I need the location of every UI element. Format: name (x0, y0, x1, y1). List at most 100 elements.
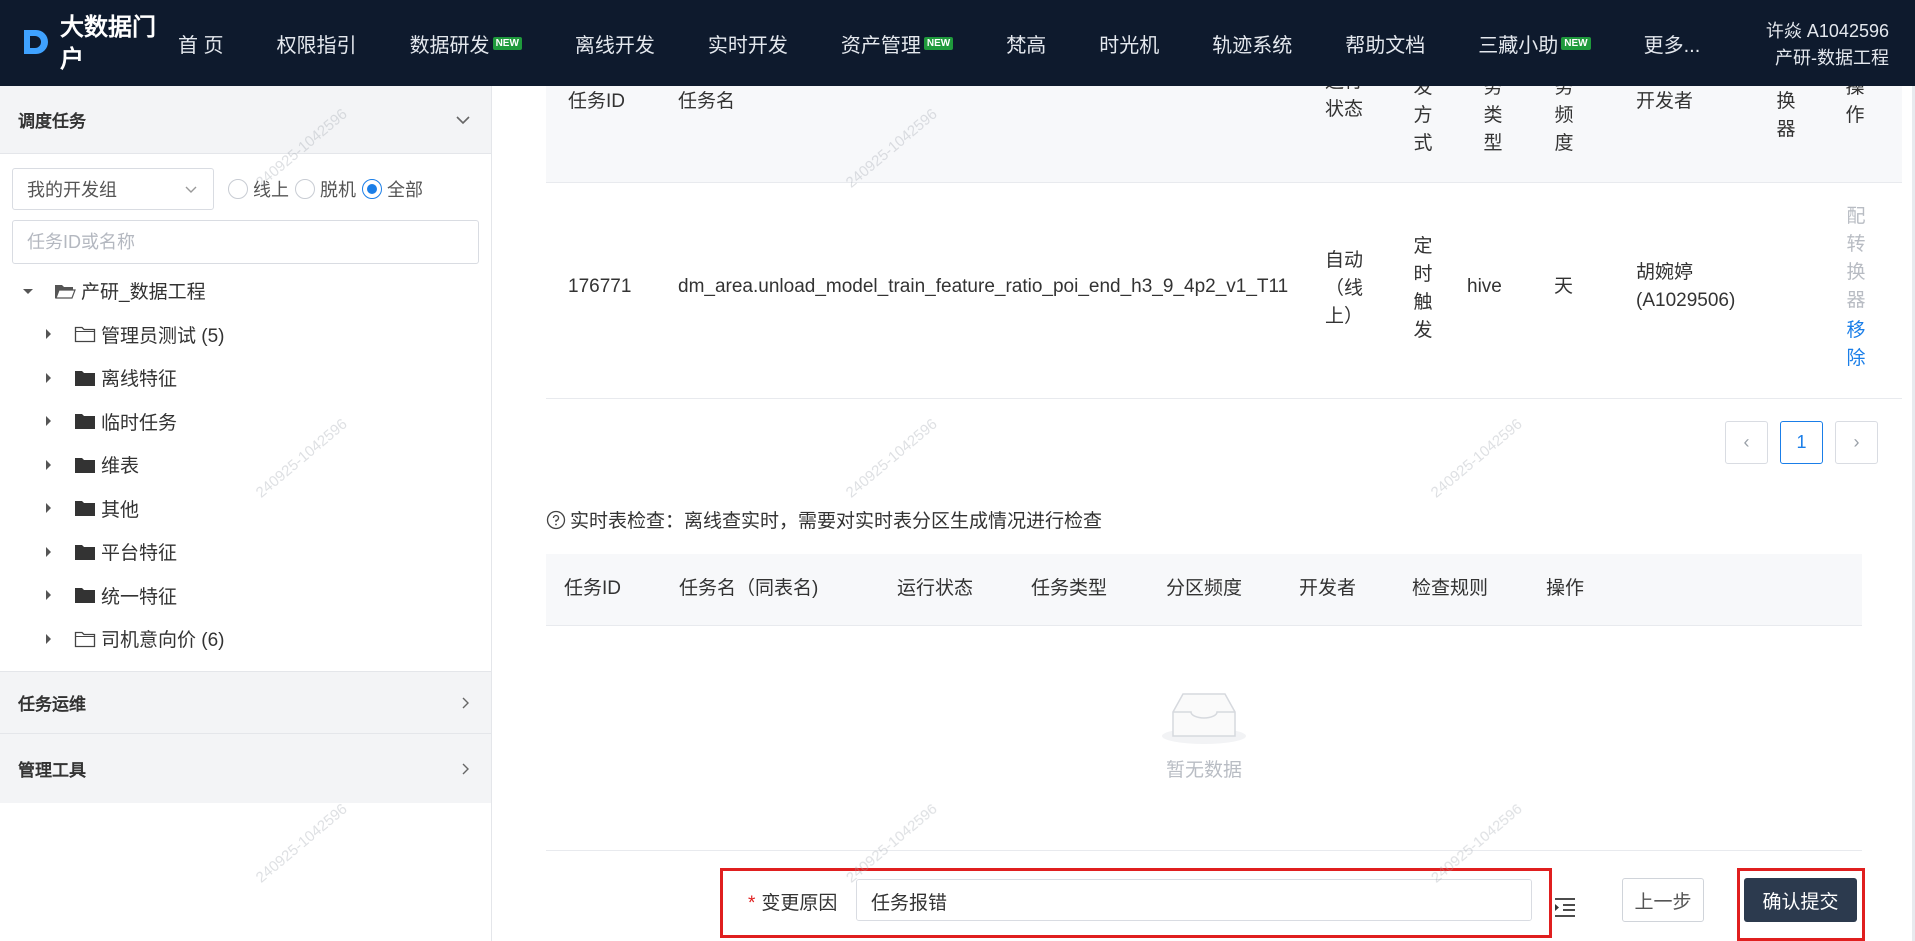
folder-icon (75, 588, 95, 604)
user-info[interactable]: 许焱 A1042596 产研-数据工程 (1766, 18, 1889, 72)
section-task-ops[interactable]: 任务运维 (0, 671, 491, 733)
task-table-header: 任务ID 任务名 运行状态 触发方式 任务类型 任务频度 开发者 转换器 操作 (546, 86, 1902, 183)
col-header-id: 任务ID (568, 91, 626, 112)
tree-node[interactable]: 维表 (0, 443, 491, 487)
realtime-check-table: 任务ID 任务名（同表名) 运行状态 任务类型 分区频度 开发者 检查规则 操作 暂无数据 (546, 554, 1862, 851)
cell-task-name: dm_area.unload_model_train_feature_ratio… (678, 276, 1289, 297)
col-header: 运行状态 (897, 578, 974, 599)
nav-item-label: 帮助文档 (1345, 34, 1426, 57)
tree-node-label: 平台特征 (101, 543, 178, 565)
realtime-table-header: 任务ID 任务名（同表名) 运行状态 任务类型 分区频度 开发者 检查规则 操作 (546, 554, 1862, 626)
radio-circle (228, 179, 248, 199)
cell-type: hive (1467, 276, 1502, 297)
tree-node-label: 离线特征 (101, 369, 178, 391)
cell-trigger: 定时触发 (1413, 236, 1433, 341)
tree-node[interactable]: 管理员测试 (5) (0, 313, 491, 357)
radio-label: 全部 (387, 180, 423, 200)
col-header: 任务ID (564, 578, 622, 599)
folder-icon (75, 414, 95, 430)
nav-item-label: 时光机 (1099, 34, 1160, 57)
folder-icon (75, 544, 95, 560)
col-header-freq: 任务频度 (1554, 86, 1574, 154)
tree-node[interactable]: 临时任务 (0, 400, 491, 444)
tree-node-label: 维表 (101, 456, 140, 478)
help-circle-icon (546, 510, 566, 529)
nav-item-8[interactable]: 轨迹系统 (1212, 29, 1292, 58)
group-select[interactable]: 我的开发组 (12, 168, 214, 210)
prev-page-button[interactable]: ‹ (1725, 421, 1768, 464)
nav-item-0[interactable]: 首 页 (178, 29, 224, 58)
col-header: 开发者 (1299, 578, 1357, 599)
nav-item-3[interactable]: 离线开发 (575, 29, 655, 58)
radio-online[interactable]: 线上 (228, 176, 289, 202)
radio-circle-checked (362, 179, 382, 199)
task-search-input[interactable] (27, 231, 478, 253)
empty-inbox-icon (1162, 693, 1246, 744)
nav-item-1[interactable]: 权限指引 (277, 29, 357, 58)
user-dept: 产研-数据工程 (1775, 48, 1889, 68)
filter-row: 我的开发组 线上 脱机 全部 (0, 168, 491, 210)
table-row: 176771 dm_area.unload_model_train_featur… (546, 183, 1902, 399)
group-select-value: 我的开发组 (27, 180, 117, 200)
nav-item-4[interactable]: 实时开发 (708, 29, 788, 58)
col-header: 任务类型 (1031, 578, 1108, 599)
tree-node-label: 管理员测试 (5) (101, 325, 225, 347)
col-header-converter: 转换器 (1776, 91, 1796, 140)
tree-node[interactable]: 平台特征 (0, 530, 491, 574)
nav-item-label: 梵高 (1006, 34, 1047, 57)
prev-step-button[interactable]: 上一步 (1622, 878, 1704, 922)
tree-node[interactable]: 司机意向价 (6) (0, 617, 491, 661)
folder-outline-icon (74, 631, 96, 647)
sidebar: 调度任务 我的开发组 线上 脱机 全部 产研_数据工程 管理员测试 (5) 离线特… (0, 86, 492, 941)
realtime-check-title: 实时表检查：离线查实时，需要对实时表分区生成情况进行检查 (546, 506, 1102, 533)
nav-item-7[interactable]: 时光机 (1099, 29, 1159, 58)
col-header: 任务名（同表名) (679, 578, 819, 599)
radio-offline[interactable]: 脱机 (295, 176, 356, 202)
nav-item-10[interactable]: 三藏小助 NEW (1478, 29, 1591, 58)
next-page-button[interactable]: › (1835, 421, 1878, 464)
task-table: 任务ID 任务名 运行状态 触发方式 任务类型 任务频度 开发者 转换器 操作 … (546, 86, 1902, 399)
change-reason-input[interactable]: 任务报错 (856, 879, 1532, 921)
tree-node[interactable]: 其他 (0, 487, 491, 531)
remove-link[interactable]: 移除 (1845, 317, 1867, 373)
empty-state: 暂无数据 (546, 686, 1862, 782)
new-badge: NEW (492, 36, 522, 50)
confirm-submit-button[interactable]: 确认提交 (1744, 878, 1857, 922)
nav-item-label: 三藏小助 (1478, 34, 1559, 57)
tree-node-root[interactable]: 产研_数据工程 (0, 269, 491, 313)
tree-node[interactable]: 统一特征 (0, 574, 491, 618)
chevron-down-icon (456, 115, 470, 124)
main-menu: 首 页权限指引 数据研发 NEW 离线开发 实时开发 资产管理 NEW 梵高 时光机 轨迹系统 帮助… (178, 0, 1753, 86)
config-converter-link[interactable]: 配转换器 (1845, 203, 1867, 315)
tree-node-label: 统一特征 (101, 586, 178, 608)
format-indent-icon[interactable] (1553, 896, 1577, 918)
radio-all[interactable]: 全部 (362, 176, 423, 202)
realtime-check-text: 实时表检查：离线查实时，需要对实时表分区生成情况进行检查 (570, 511, 1103, 532)
folder-icon (75, 457, 95, 473)
nav-item-label: 资产管理 (840, 34, 921, 57)
nav-item-6[interactable]: 梵高 (1006, 29, 1046, 58)
nav-item-11[interactable]: 更多... (1644, 29, 1701, 58)
chevron-right-icon (462, 697, 469, 708)
radio-label: 脱机 (320, 180, 356, 200)
main-content: 任务ID 任务名 运行状态 触发方式 任务类型 任务频度 开发者 转换器 操作 … (493, 86, 1915, 941)
brand-logo[interactable]: 大数据门户 (20, 12, 170, 76)
tree-node[interactable]: 离线特征 (0, 356, 491, 400)
brand-title: 大数据门户 (60, 14, 156, 73)
page-number-button[interactable]: 1 (1780, 421, 1823, 464)
folder-outline-icon (74, 327, 96, 343)
nav-item-2[interactable]: 数据研发 NEW (410, 29, 522, 58)
col-header-type: 任务类型 (1483, 86, 1503, 154)
section-manage-tools[interactable]: 管理工具 (0, 733, 491, 803)
cell-status: 自动（线上） (1324, 250, 1363, 327)
caret-right-icon (46, 633, 51, 644)
panel-header-schedule-tasks[interactable]: 调度任务 (0, 86, 491, 154)
nav-item-9[interactable]: 帮助文档 (1345, 29, 1425, 58)
reason-label: * 变更原因 (748, 888, 837, 915)
nav-item-5[interactable]: 资产管理 NEW (840, 29, 954, 58)
caret-right-icon (46, 459, 51, 470)
radio-label: 线上 (253, 180, 289, 200)
cell-task-id: 176771 (568, 276, 632, 297)
realtime-table-body: 暂无数据 (546, 626, 1862, 851)
chevron-down-icon (185, 186, 197, 193)
